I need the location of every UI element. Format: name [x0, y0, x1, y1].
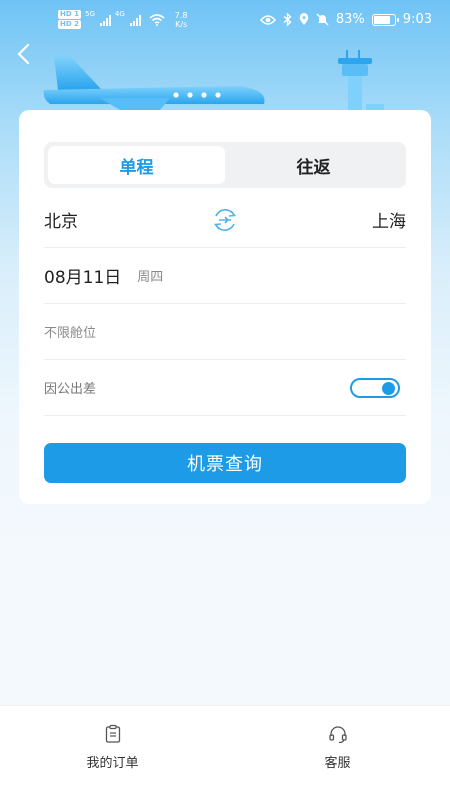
arrival-city[interactable]: 上海	[372, 207, 406, 232]
trip-type-tabs: 单程 往返	[44, 142, 406, 188]
business-trip-row: 因公出差	[44, 360, 406, 416]
date-row[interactable]: 08月11日 周四	[44, 248, 406, 304]
search-card: 单程 往返 北京 上海 08月11日 周四 不限舱位 因公出差 机票查询	[19, 110, 431, 504]
clipboard-icon	[105, 724, 120, 743]
search-flights-button[interactable]: 机票查询	[44, 443, 406, 483]
nav-customer-service[interactable]: 客服	[225, 706, 450, 800]
business-trip-toggle[interactable]	[350, 377, 400, 398]
battery-icon	[371, 13, 399, 26]
signal-icon	[129, 14, 141, 26]
signal-icon	[99, 14, 111, 26]
sig2-label: 4G	[114, 10, 125, 18]
battery-percent: 83%	[335, 12, 365, 27]
wifi-icon	[149, 13, 165, 26]
nav-customer-service-label: 客服	[324, 756, 351, 771]
status-bar: HD 1 HD 2 5G 4G 7.8 K/s 83% 9:03	[0, 0, 450, 42]
swap-cities-icon[interactable]	[211, 206, 239, 234]
nav-my-orders[interactable]: 我的订单	[0, 706, 225, 800]
departure-date[interactable]: 08月11日	[44, 263, 121, 288]
mute-bell-icon	[316, 13, 329, 26]
status-right: 83% 9:03	[259, 12, 432, 27]
tab-round-trip[interactable]: 往返	[225, 146, 402, 184]
clock: 9:03	[402, 12, 432, 27]
nav-my-orders-label: 我的订单	[86, 756, 139, 771]
bottom-nav: 我的订单 客服	[0, 705, 450, 800]
eye-icon	[259, 14, 276, 25]
net-speed: 7.8 K/s	[174, 10, 188, 29]
control-tower-illustration	[338, 50, 384, 110]
status-left: HD 1 HD 2 5G 4G 7.8 K/s	[58, 10, 188, 29]
sig1-label: 5G	[84, 10, 95, 18]
weekday-label: 周四	[137, 270, 164, 285]
airplane-illustration	[43, 56, 265, 110]
departure-city[interactable]: 北京	[44, 207, 78, 232]
city-row: 北京 上海	[44, 192, 406, 248]
location-icon	[299, 13, 309, 25]
toggle-knob	[382, 381, 395, 395]
cabin-class[interactable]: 不限舱位	[44, 322, 96, 341]
hd-indicator: HD 1 HD 2	[58, 10, 81, 29]
business-trip-label: 因公出差	[44, 382, 97, 397]
chevron-left-icon	[17, 43, 30, 65]
tab-one-way[interactable]: 单程	[48, 146, 225, 184]
headset-icon	[328, 726, 347, 744]
cabin-row[interactable]: 不限舱位	[44, 304, 406, 360]
bluetooth-icon	[283, 13, 292, 26]
